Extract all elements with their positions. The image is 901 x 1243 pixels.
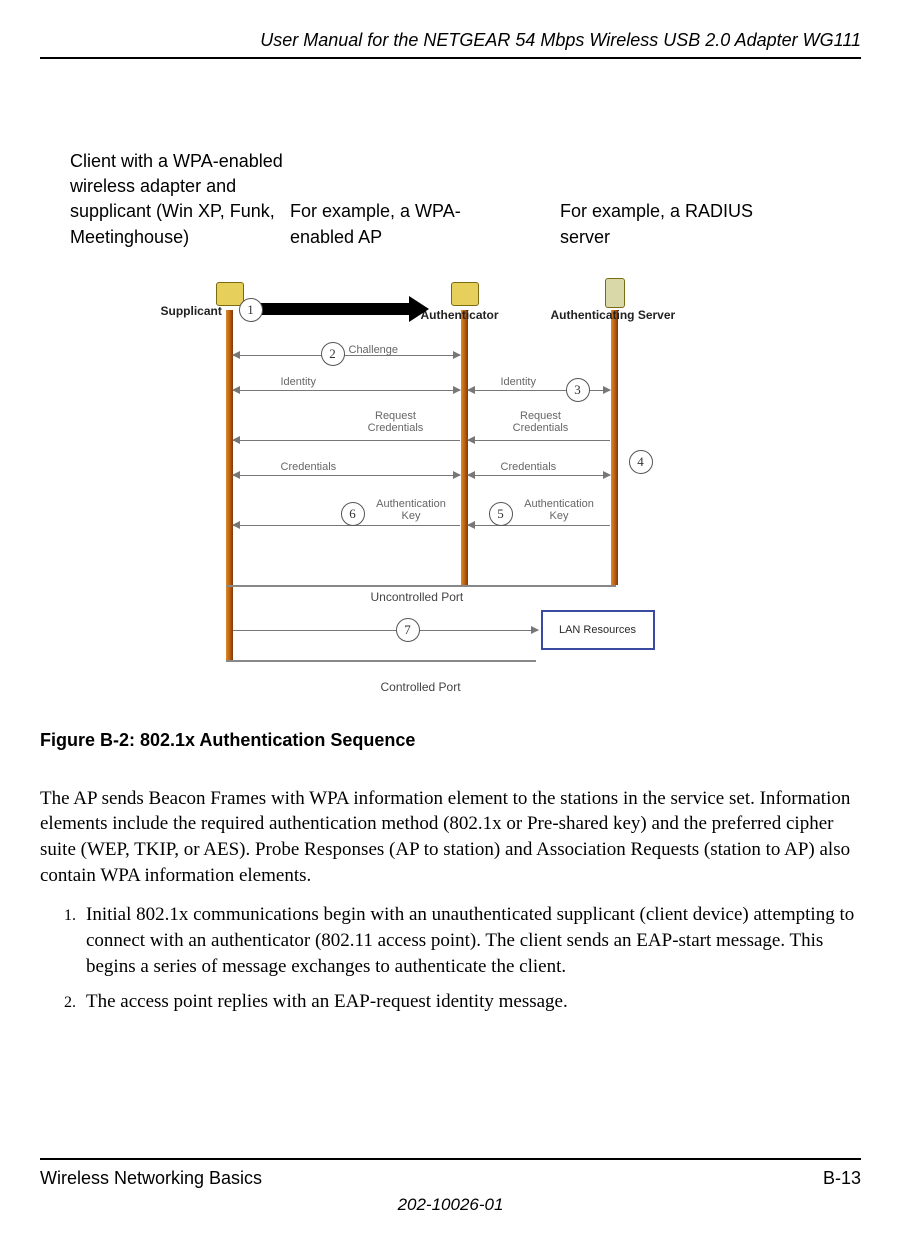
initiate-arrow <box>261 303 411 315</box>
page: User Manual for the NETGEAR 54 Mbps Wire… <box>0 0 901 1243</box>
step-2: 2 <box>321 342 345 366</box>
uncontrolled-port-label: Uncontrolled Port <box>371 590 464 604</box>
footer-page-number: B-13 <box>823 1168 861 1189</box>
arrow-reqcred-r <box>468 440 610 441</box>
diagram-annotations: Client with a WPA-enabled wireless adapt… <box>40 149 861 250</box>
running-header: User Manual for the NETGEAR 54 Mbps Wire… <box>40 0 861 59</box>
lifeline-server <box>611 310 618 585</box>
figure-caption: Figure B-2: 802.1x Authentication Sequen… <box>40 730 861 751</box>
controlled-port-label: Controlled Port <box>381 680 461 694</box>
uncontrolled-port-line <box>226 585 616 587</box>
label-reqcred-l: Request Credentials <box>361 410 431 434</box>
annotation-server: For example, a RADIUS server <box>560 149 760 250</box>
label-cred-r: Credentials <box>501 461 557 473</box>
arrow-identity-l <box>233 390 460 391</box>
role-authenticator-label: Authenticator <box>421 308 499 322</box>
step-1: 1 <box>239 298 263 322</box>
role-server-label: Authenticating Server <box>551 308 676 322</box>
label-challenge: Challenge <box>349 344 399 356</box>
lifeline-supplicant <box>226 310 233 660</box>
step-item-1: Initial 802.1x communications begin with… <box>80 902 861 979</box>
ap-icon <box>451 282 479 306</box>
lan-resources-box: LAN Resources <box>541 610 655 650</box>
annotation-supplicant: Client with a WPA-enabled wireless adapt… <box>70 149 290 250</box>
arrow-authkey-l <box>233 525 460 526</box>
arrow-to-lan <box>233 630 538 631</box>
step-3: 3 <box>566 378 590 402</box>
arrow-challenge <box>233 355 460 356</box>
step-6: 6 <box>341 502 365 526</box>
label-reqcred-r: Request Credentials <box>506 410 576 434</box>
annotation-authenticator: For example, a WPA-enabled AP <box>290 149 490 250</box>
controlled-port-line <box>226 660 536 662</box>
page-footer: Wireless Networking Basics B-13 202-1002… <box>40 1158 861 1215</box>
arrow-cred-r <box>468 475 610 476</box>
role-supplicant-label: Supplicant <box>161 304 222 318</box>
pc-icon <box>216 282 244 306</box>
footer-section: Wireless Networking Basics <box>40 1168 262 1189</box>
footer-doc-number: 202-10026-01 <box>40 1195 861 1215</box>
auth-sequence-diagram: Supplicant Authenticator Authenticating … <box>171 280 731 700</box>
arrow-cred-l <box>233 475 460 476</box>
arrow-authkey-r <box>468 525 610 526</box>
lifeline-authenticator <box>461 310 468 585</box>
step-4: 4 <box>629 450 653 474</box>
label-authkey-r: Authentication Key <box>517 498 602 522</box>
label-authkey-l: Authentication Key <box>369 498 454 522</box>
step-7: 7 <box>396 618 420 642</box>
numbered-steps: Initial 802.1x communications begin with… <box>40 902 861 1015</box>
step-item-2: The access point replies with an EAP-req… <box>80 989 861 1015</box>
label-identity-r: Identity <box>501 376 536 388</box>
server-icon <box>605 278 625 308</box>
arrow-reqcred-l <box>233 440 460 441</box>
intro-paragraph: The AP sends Beacon Frames with WPA info… <box>40 786 861 889</box>
label-identity-l: Identity <box>281 376 316 388</box>
step-5: 5 <box>489 502 513 526</box>
label-cred-l: Credentials <box>281 461 337 473</box>
